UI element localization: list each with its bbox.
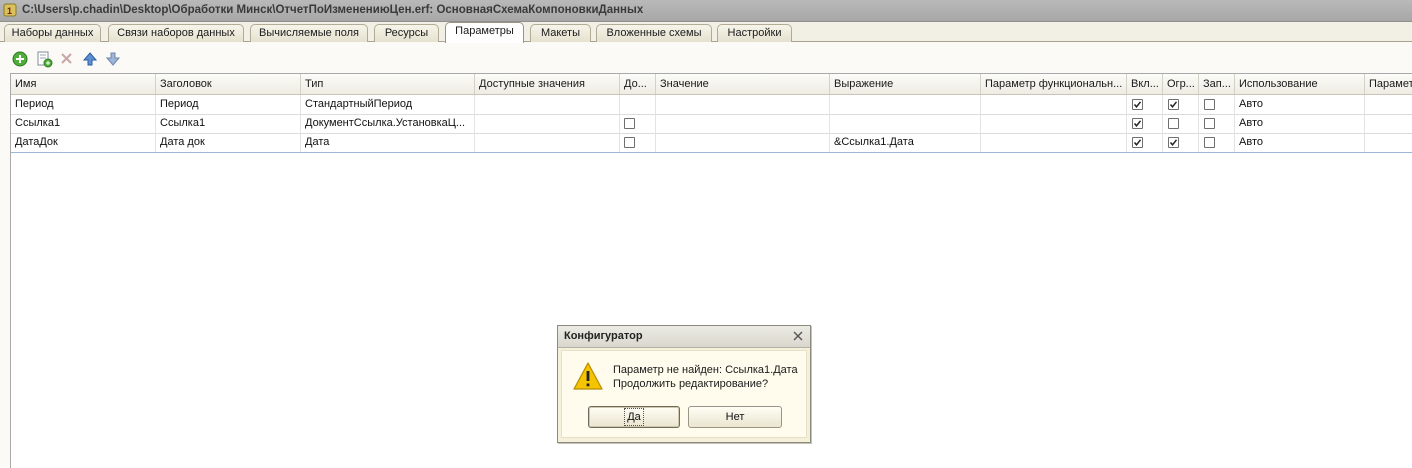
- cell-include: [1127, 95, 1163, 114]
- restrict-checkbox[interactable]: [1168, 137, 1179, 148]
- column-header-include[interactable]: Вкл...: [1127, 74, 1163, 94]
- cell-type[interactable]: СтандартныйПериод: [301, 95, 475, 114]
- cell-parameter[interactable]: [1365, 95, 1412, 114]
- add-icon[interactable]: [11, 50, 29, 68]
- tab-templates[interactable]: Макеты: [530, 24, 591, 42]
- cell-value[interactable]: [656, 95, 830, 114]
- delete-icon[interactable]: [58, 50, 76, 68]
- cell-value[interactable]: [656, 133, 830, 152]
- tab-parameters[interactable]: Параметры: [445, 22, 524, 43]
- cell-parameter[interactable]: [1365, 114, 1412, 133]
- fill-checkbox[interactable]: [1204, 99, 1215, 110]
- dialog-body: Параметр не найден: Ссылка1.Дата Продолж…: [561, 350, 807, 438]
- cell-functional-option[interactable]: [981, 114, 1127, 133]
- dialog-question: Продолжить редактирование?: [613, 378, 769, 390]
- cell-title[interactable]: Ссылка1: [156, 114, 301, 133]
- app-icon: 1: [3, 3, 17, 17]
- cell-usage[interactable]: Авто: [1235, 95, 1365, 114]
- dialog-message: Параметр не найден: Ссылка1.Дата: [613, 364, 798, 376]
- cell-include: [1127, 133, 1163, 152]
- svg-text:1: 1: [7, 6, 12, 16]
- column-header-fill[interactable]: Зап...: [1199, 74, 1235, 94]
- column-header-parameter[interactable]: Парамет: [1365, 74, 1412, 94]
- cell-functional-option[interactable]: [981, 95, 1127, 114]
- column-header-restrict[interactable]: Огр...: [1163, 74, 1199, 94]
- column-header-value-list[interactable]: До...: [620, 74, 656, 94]
- cell-type[interactable]: Дата: [301, 133, 475, 152]
- tab-datasets[interactable]: Наборы данных: [4, 24, 101, 42]
- cell-fill: [1199, 114, 1235, 133]
- cell-usage[interactable]: Авто: [1235, 114, 1365, 133]
- tab-settings[interactable]: Настройки: [717, 24, 792, 42]
- include-checkbox[interactable]: [1132, 137, 1143, 148]
- cell-type[interactable]: ДокументСсылка.УстановкаЦ...: [301, 114, 475, 133]
- window-titlebar: 1 C:\Users\p.chadin\Desktop\Обработки Ми…: [0, 0, 1412, 22]
- cell-value[interactable]: [656, 114, 830, 133]
- table-row[interactable]: Период Период СтандартныйПериод Авто: [11, 95, 1412, 115]
- move-down-icon[interactable]: [104, 50, 122, 68]
- column-header-value[interactable]: Значение: [656, 74, 830, 94]
- cell-title[interactable]: Период: [156, 95, 301, 114]
- cell-fill: [1199, 95, 1235, 114]
- confirm-dialog: Конфигуратор Параметр не найден: Ссылка1…: [557, 325, 811, 443]
- column-header-expression[interactable]: Выражение: [830, 74, 981, 94]
- table-row[interactable]: ДатаДок Дата док Дата &Ссылка1.Дата Авто: [11, 133, 1412, 153]
- column-header-title[interactable]: Заголовок: [156, 74, 301, 94]
- tab-nested-schemas[interactable]: Вложенные схемы: [596, 24, 712, 42]
- column-header-type[interactable]: Тип: [301, 74, 475, 94]
- column-header-usage[interactable]: Использование: [1235, 74, 1365, 94]
- cell-restrict: [1163, 114, 1199, 133]
- cell-functional-option[interactable]: [981, 133, 1127, 152]
- cell-available-values[interactable]: [475, 114, 620, 133]
- value-list-checkbox[interactable]: [624, 137, 635, 148]
- cell-name[interactable]: ДатаДок: [11, 133, 156, 152]
- move-up-icon[interactable]: [81, 50, 99, 68]
- include-checkbox[interactable]: [1132, 99, 1143, 110]
- cell-value-list: [620, 114, 656, 133]
- cell-available-values[interactable]: [475, 95, 620, 114]
- tab-calculated-fields[interactable]: Вычисляемые поля: [250, 24, 368, 42]
- cell-parameter[interactable]: [1365, 133, 1412, 152]
- tab-dataset-links[interactable]: Связи наборов данных: [108, 24, 244, 42]
- column-header-functional-option[interactable]: Параметр функциональн...: [981, 74, 1127, 94]
- cell-include: [1127, 114, 1163, 133]
- add-copy-icon[interactable]: [35, 50, 53, 68]
- table-row[interactable]: Ссылка1 Ссылка1 ДокументСсылка.Установка…: [11, 114, 1412, 134]
- cell-restrict: [1163, 95, 1199, 114]
- column-header-name[interactable]: Имя: [11, 74, 156, 94]
- toolbar: [0, 42, 1412, 72]
- cell-name[interactable]: Ссылка1: [11, 114, 156, 133]
- tab-bar: Наборы данных Связи наборов данных Вычис…: [0, 22, 1412, 43]
- cell-expression[interactable]: [830, 114, 981, 133]
- no-button-label: Нет: [725, 411, 745, 423]
- cell-value-list: [620, 95, 656, 114]
- close-icon[interactable]: [791, 329, 805, 343]
- cell-usage[interactable]: Авто: [1235, 133, 1365, 152]
- cell-expression[interactable]: &Ссылка1.Дата: [830, 133, 981, 152]
- cell-value-list: [620, 133, 656, 152]
- dialog-title: Конфигуратор: [564, 330, 643, 342]
- window-title: C:\Users\p.chadin\Desktop\Обработки Минс…: [22, 4, 644, 16]
- column-header-available-values[interactable]: Доступные значения: [475, 74, 620, 94]
- warning-icon: [572, 361, 604, 394]
- restrict-checkbox[interactable]: [1168, 99, 1179, 110]
- yes-button[interactable]: Да: [588, 406, 680, 428]
- cell-name[interactable]: Период: [11, 95, 156, 114]
- cell-expression[interactable]: [830, 95, 981, 114]
- cell-restrict: [1163, 133, 1199, 152]
- no-button[interactable]: Нет: [688, 406, 782, 428]
- tab-resources[interactable]: Ресурсы: [374, 24, 439, 42]
- value-list-checkbox[interactable]: [624, 118, 635, 129]
- yes-button-label: Да: [624, 408, 644, 426]
- dialog-titlebar: Конфигуратор: [558, 326, 810, 348]
- table-header: Имя Заголовок Тип Доступные значения До.…: [11, 74, 1412, 95]
- fill-checkbox[interactable]: [1204, 137, 1215, 148]
- include-checkbox[interactable]: [1132, 118, 1143, 129]
- fill-checkbox[interactable]: [1204, 118, 1215, 129]
- restrict-checkbox[interactable]: [1168, 118, 1179, 129]
- cell-fill: [1199, 133, 1235, 152]
- cell-available-values[interactable]: [475, 133, 620, 152]
- cell-title[interactable]: Дата док: [156, 133, 301, 152]
